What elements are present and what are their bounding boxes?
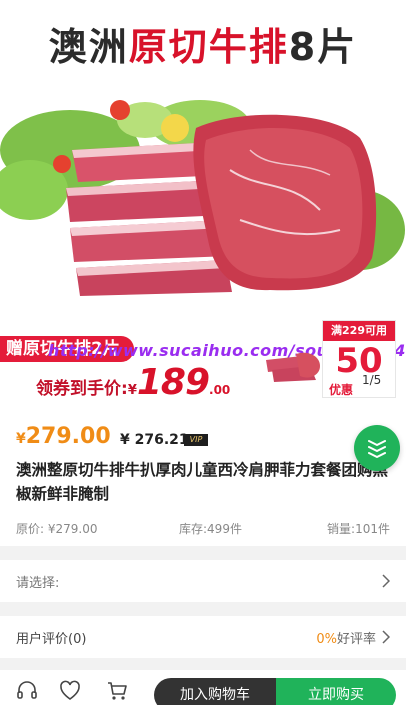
coupon-price-decimal: .00 — [209, 383, 231, 397]
coupon-currency: ¥ — [127, 383, 137, 398]
vip-price: ¥ 276.21 — [120, 432, 189, 448]
coupon-badge-value: 50 — [335, 341, 383, 381]
banner-title-part1: 澳洲 — [48, 25, 129, 69]
original-price: 原价: ¥279.00 — [16, 522, 98, 536]
product-price: 279.00 — [25, 424, 111, 449]
banner-title-part3: 8片 — [288, 25, 358, 69]
product-image-carousel[interactable]: 澳洲原切牛排8片 赠原切牛排2片 http://www.sucaihuo.com… — [0, 0, 406, 408]
product-info-card: ¥279.00 ¥ 276.21 VIP 澳洲整原切牛排牛扒厚肉儿童西冷肩胛菲力… — [0, 408, 406, 546]
carousel-page-indicator: 1/5 — [362, 373, 382, 387]
vip-badge: VIP — [184, 434, 208, 446]
reviews-row[interactable]: 用户评价(0) 0%好评率 — [0, 616, 406, 658]
layers-icon — [368, 440, 386, 458]
coupon-badge-condition: 满229可用 — [323, 321, 395, 341]
positive-rate-percent: 0% — [316, 632, 337, 647]
coupon-price: 189 — [136, 362, 210, 403]
floating-menu-button[interactable] — [354, 425, 400, 471]
coupon-badge-label: 优惠 — [329, 383, 354, 397]
chevron-right-icon — [382, 630, 390, 644]
stock-count: 库存:499件 — [179, 522, 242, 536]
product-title: 澳洲整原切牛排牛扒厚肉儿童西冷肩胛菲力套餐团购黑椒新鲜非腌制 — [16, 461, 389, 503]
buy-now-button[interactable]: 立即购买 — [276, 678, 396, 705]
coupon-label: 领券到手价: — [36, 379, 128, 399]
customer-service-icon[interactable] — [16, 680, 38, 702]
mini-steak-image — [266, 352, 320, 382]
banner-title: 澳洲原切牛排8片 — [0, 16, 406, 71]
cart-icon[interactable] — [106, 680, 128, 702]
bottom-action-bar: 加入购物车 立即购买 — [0, 670, 406, 705]
spec-select-label: 请选择: — [16, 576, 60, 591]
add-to-cart-button[interactable]: 加入购物车 — [154, 678, 276, 705]
price-row: ¥279.00 — [16, 424, 111, 449]
heart-icon[interactable] — [59, 680, 81, 702]
reviews-label: 用户评价(0) — [16, 632, 87, 647]
price-currency: ¥ — [16, 431, 26, 447]
positive-rate: 0%好评率 — [316, 628, 376, 647]
banner-title-part2: 原切牛排 — [128, 25, 289, 69]
beef-steak-image — [0, 100, 405, 296]
positive-rate-label: 好评率 — [336, 632, 376, 647]
coupon-price-line: 领券到手价:¥189.00 — [36, 362, 230, 403]
spec-select-row[interactable]: 请选择: — [0, 560, 406, 602]
sales-count: 销量:101件 — [327, 522, 390, 536]
coupon-badge: 满229可用 50 优惠 — [322, 320, 396, 398]
chevron-right-icon — [382, 574, 390, 588]
